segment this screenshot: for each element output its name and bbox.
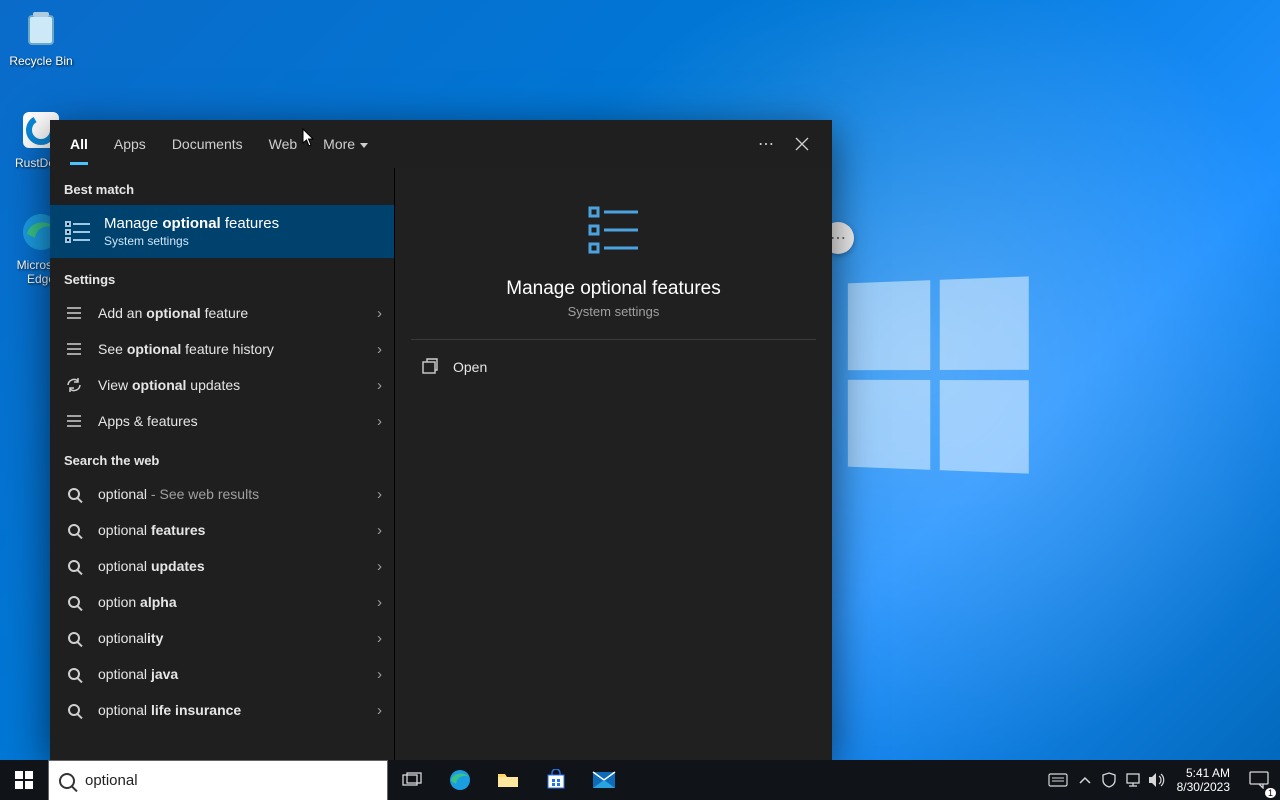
result-web-option-alpha[interactable]: option alpha › [50, 584, 394, 620]
list-icon [64, 411, 84, 431]
divider [411, 339, 816, 340]
search-icon [64, 628, 84, 648]
search-tabs: All Apps Documents Web More [70, 124, 368, 164]
result-settings-feature-history[interactable]: See optional feature history › [50, 331, 394, 367]
taskbar-app-store[interactable] [532, 760, 580, 800]
tray-volume[interactable] [1145, 760, 1169, 800]
mail-icon [592, 771, 616, 789]
taskbar-app-explorer[interactable] [484, 760, 532, 800]
search-icon [64, 700, 84, 720]
result-settings-apps-features[interactable]: Apps & features › [50, 403, 394, 439]
chevron-right-icon: › [377, 377, 382, 394]
search-icon [49, 773, 85, 789]
detail-subtitle: System settings [415, 304, 812, 319]
group-web: Search the web [50, 439, 394, 476]
search-results-column: Best match Manage optional features Syst… [50, 168, 394, 760]
search-icon [64, 520, 84, 540]
tray-clock[interactable]: 5:41 AM 8/30/2023 [1169, 766, 1238, 794]
result-settings-add-optional-feature[interactable]: Add an optional feature › [50, 295, 394, 331]
result-web-optional-life-insurance[interactable]: optional life insurance › [50, 692, 394, 728]
sync-icon [64, 375, 84, 395]
task-view-icon [402, 772, 422, 788]
store-icon [545, 769, 567, 791]
close-button[interactable] [784, 126, 820, 162]
taskbar-search-box[interactable] [48, 760, 388, 800]
start-button[interactable] [0, 760, 48, 800]
search-icon [64, 592, 84, 612]
tray-show-hidden[interactable] [1073, 760, 1097, 800]
best-match-title: Manage optional features [104, 215, 279, 232]
search-detail-pane: Manage optional features System settings… [394, 168, 832, 760]
chevron-right-icon: › [377, 702, 382, 719]
tab-all[interactable]: All [70, 124, 88, 164]
windows-icon [15, 771, 33, 789]
edge-icon [448, 768, 472, 792]
tray-input-indicator[interactable] [1043, 760, 1073, 800]
chevron-right-icon: › [377, 413, 382, 430]
settings-list-icon [64, 218, 92, 246]
windows-logo-wallpaper [848, 276, 1029, 473]
desktop-icon-label: Recycle Bin [9, 54, 72, 68]
detail-title: Manage optional features [415, 278, 812, 300]
search-icon [64, 484, 84, 504]
group-settings: Settings [50, 258, 394, 295]
folder-icon [497, 771, 519, 789]
search-panel: All Apps Documents Web More ⋯ Best match… [50, 120, 832, 760]
taskbar: 5:41 AM 8/30/2023 1 [0, 760, 1280, 800]
tray-security[interactable] [1097, 760, 1121, 800]
chevron-right-icon: › [377, 666, 382, 683]
list-icon [64, 303, 84, 323]
result-best-match[interactable]: Manage optional features System settings [50, 205, 394, 258]
chevron-right-icon: › [377, 305, 382, 322]
result-web-optional-features[interactable]: optional features › [50, 512, 394, 548]
open-icon [421, 358, 439, 376]
best-match-subtitle: System settings [104, 234, 279, 248]
chevron-right-icon: › [377, 486, 382, 503]
recycle-bin-icon [19, 6, 63, 50]
list-icon [64, 339, 84, 359]
notification-badge: 1 [1265, 788, 1276, 798]
keyboard-icon [1048, 773, 1068, 787]
chevron-right-icon: › [377, 594, 382, 611]
taskbar-app-edge[interactable] [436, 760, 484, 800]
search-input[interactable] [85, 761, 387, 800]
result-web-optional[interactable]: optional - See web results › [50, 476, 394, 512]
tray-time: 5:41 AM [1177, 766, 1230, 780]
desktop-icon-recycle-bin[interactable]: Recycle Bin [4, 6, 78, 68]
detail-action-open[interactable]: Open [415, 348, 812, 386]
group-best-match: Best match [50, 168, 394, 205]
task-view-button[interactable] [388, 760, 436, 800]
search-icon [64, 556, 84, 576]
tab-web[interactable]: Web [269, 124, 298, 164]
result-settings-view-updates[interactable]: View optional updates › [50, 367, 394, 403]
tab-documents[interactable]: Documents [172, 124, 243, 164]
tray-date: 8/30/2023 [1177, 780, 1230, 794]
detail-icon [582, 198, 646, 262]
search-header: All Apps Documents Web More ⋯ [50, 120, 832, 168]
notification-icon [1249, 771, 1269, 789]
close-icon [795, 137, 809, 151]
tray-action-center[interactable]: 1 [1238, 771, 1280, 789]
chevron-right-icon: › [377, 630, 382, 647]
shield-icon [1101, 772, 1117, 788]
result-web-optional-updates[interactable]: optional updates › [50, 548, 394, 584]
tray-network[interactable] [1121, 760, 1145, 800]
chevron-up-icon [1079, 776, 1091, 784]
tab-apps[interactable]: Apps [114, 124, 146, 164]
system-tray: 5:41 AM 8/30/2023 1 [1043, 760, 1280, 800]
detail-action-label: Open [453, 359, 487, 375]
network-icon [1125, 772, 1141, 788]
chevron-right-icon: › [377, 522, 382, 539]
volume-icon [1148, 772, 1166, 788]
result-web-optionality[interactable]: optionality › [50, 620, 394, 656]
chevron-right-icon: › [377, 341, 382, 358]
search-options-button[interactable]: ⋯ [748, 126, 784, 162]
taskbar-app-mail[interactable] [580, 760, 628, 800]
chevron-down-icon [360, 143, 368, 148]
tab-more[interactable]: More [323, 124, 368, 164]
result-web-optional-java[interactable]: optional java › [50, 656, 394, 692]
search-icon [64, 664, 84, 684]
chevron-right-icon: › [377, 558, 382, 575]
